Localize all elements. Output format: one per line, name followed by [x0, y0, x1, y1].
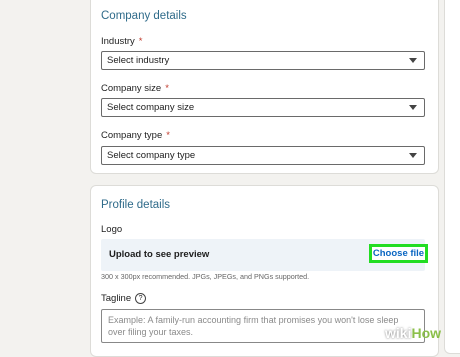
tagline-label: Tagline?: [101, 293, 147, 304]
choose-file-button[interactable]: Choose file: [369, 244, 428, 263]
industry-select[interactable]: Select industry: [101, 51, 425, 70]
logo-upload-area: Upload to see preview Choose file: [101, 239, 428, 271]
help-icon[interactable]: ?: [135, 293, 147, 304]
company-type-select-value: Select company type: [107, 150, 196, 161]
chevron-down-icon: [409, 153, 417, 158]
industry-label: Industry *: [101, 36, 143, 47]
chevron-down-icon: [409, 58, 417, 63]
profile-details-title: Profile details: [101, 199, 171, 211]
company-details-card: Company details Industry * Select industr…: [90, 0, 439, 174]
required-asterisk: *: [166, 130, 170, 141]
wikihow-watermark: wikiHow: [385, 325, 442, 341]
tagline-textarea[interactable]: Example: A family-run accounting firm th…: [101, 309, 425, 343]
industry-select-value: Select industry: [107, 55, 170, 66]
company-type-label: Company type *: [101, 130, 170, 141]
company-size-select[interactable]: Select company size: [101, 98, 425, 117]
company-details-title: Company details: [101, 10, 187, 22]
required-asterisk: *: [165, 83, 169, 94]
logo-hint-text: 300 x 300px recommended. JPGs, JPEGs, an…: [101, 272, 310, 281]
chevron-down-icon: [409, 105, 417, 110]
required-asterisk: *: [138, 36, 143, 47]
logo-label: Logo: [101, 224, 123, 235]
side-panel: [444, 0, 460, 354]
company-type-select[interactable]: Select company type: [101, 146, 425, 165]
company-size-select-value: Select company size: [107, 102, 195, 113]
upload-preview-text: Upload to see preview: [109, 249, 210, 260]
company-size-label: Company size *: [101, 83, 169, 94]
